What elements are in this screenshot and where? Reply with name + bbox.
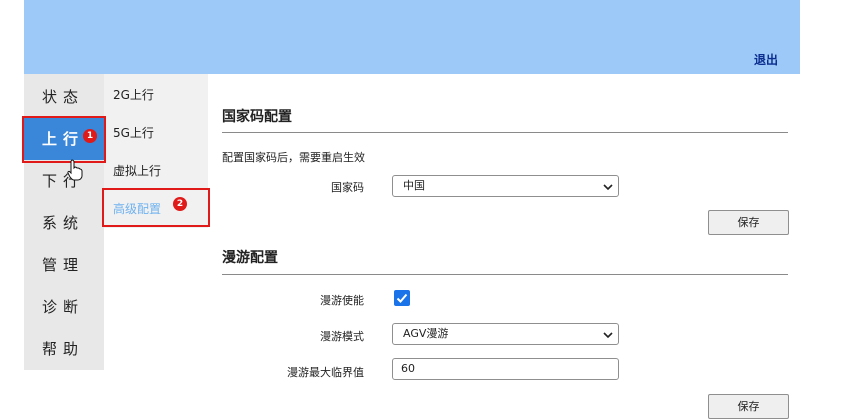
roaming-section-title: 漫游配置 — [222, 250, 278, 266]
subnav-2g-uplink[interactable]: 2G上行 — [104, 76, 208, 114]
top-header: 退出 — [24, 0, 800, 74]
country-code-label: 国家码 — [331, 181, 364, 194]
roaming-enable-checkbox[interactable] — [394, 290, 410, 306]
country-divider — [222, 132, 788, 133]
annotation-badge-1: 1 — [83, 129, 97, 143]
annotation-badge-2: 2 — [173, 197, 187, 211]
roaming-enable-label: 漫游使能 — [320, 294, 364, 307]
nav-system[interactable]: 系统 — [24, 202, 104, 244]
checkmark-icon — [396, 293, 408, 303]
roaming-save-button[interactable]: 保存 — [708, 394, 789, 419]
restart-note: 配置国家码后，需要重启生效 — [222, 151, 365, 164]
roaming-mode-label: 漫游模式 — [320, 330, 364, 343]
chevron-down-icon — [603, 184, 613, 191]
nav-downlink[interactable]: 下行 — [24, 160, 104, 202]
subnav-5g-uplink[interactable]: 5G上行 — [104, 114, 208, 152]
subnav-virtual-uplink[interactable]: 虚拟上行 — [104, 152, 208, 190]
country-code-select[interactable]: 中国 — [392, 175, 619, 197]
nav-management[interactable]: 管理 — [24, 244, 104, 286]
roaming-mode-value: AGV漫游 — [403, 327, 449, 340]
roaming-mode-select[interactable]: AGV漫游 — [392, 323, 619, 345]
roaming-threshold-input[interactable]: 60 — [392, 358, 619, 380]
roaming-threshold-label: 漫游最大临界值 — [287, 366, 364, 379]
annotation-box-advanced — [102, 188, 210, 227]
nav-help[interactable]: 帮助 — [24, 328, 104, 370]
hand-cursor-icon — [67, 159, 83, 181]
logout-link[interactable]: 退出 — [754, 51, 778, 68]
country-code-value: 中国 — [403, 179, 425, 192]
roaming-divider — [222, 274, 788, 275]
chevron-down-icon — [603, 332, 613, 339]
nav-diagnosis[interactable]: 诊断 — [24, 286, 104, 328]
country-section-title: 国家码配置 — [222, 109, 292, 125]
country-save-button[interactable]: 保存 — [708, 210, 789, 235]
nav-status[interactable]: 状态 — [24, 76, 104, 118]
